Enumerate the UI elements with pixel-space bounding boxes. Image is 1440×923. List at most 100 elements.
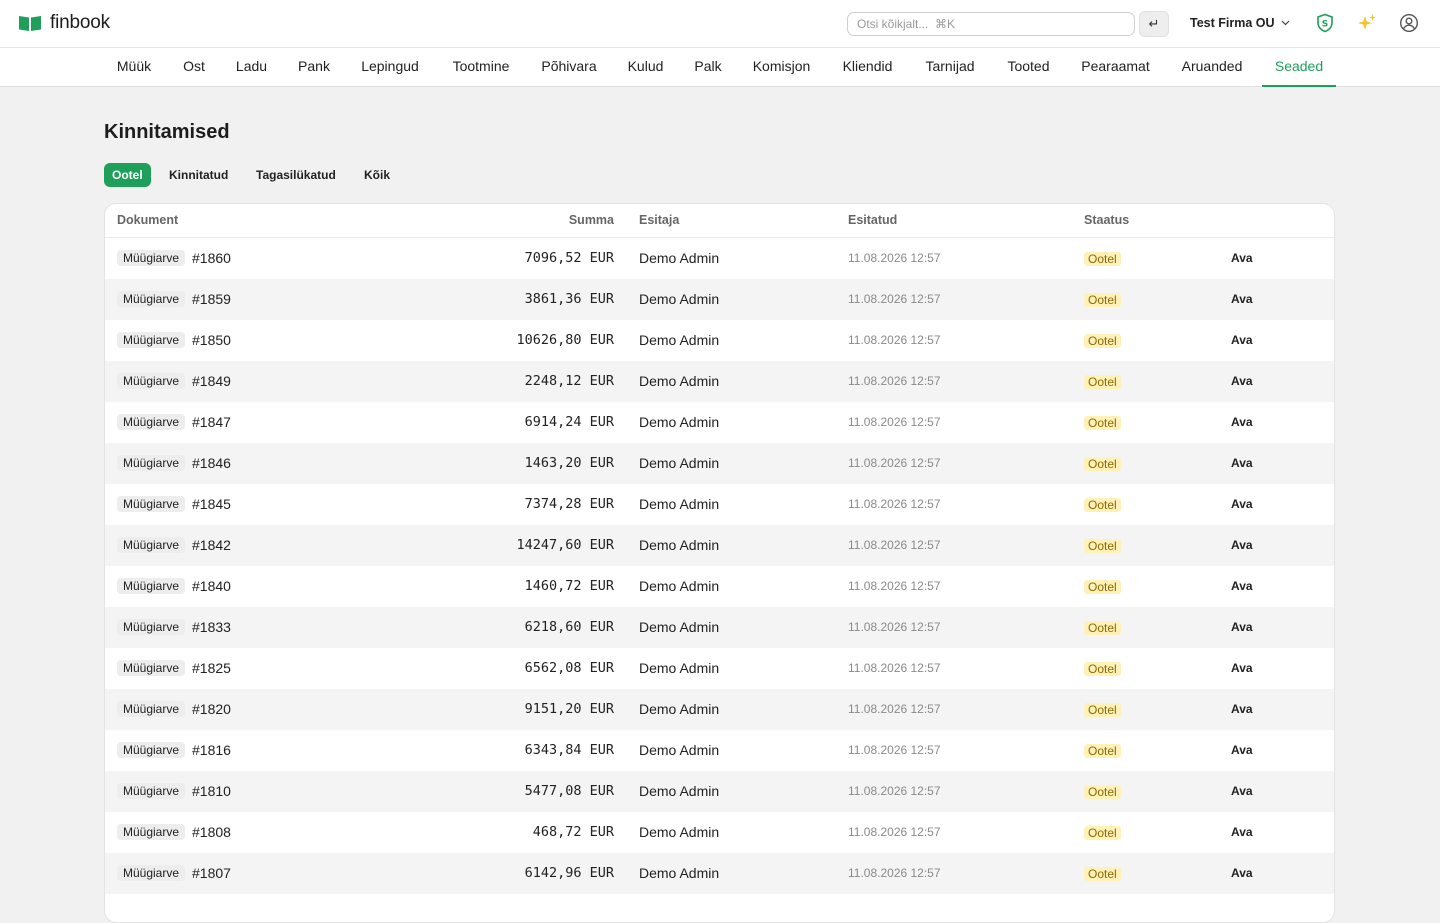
table-row[interactable]: Müügiarve #1833 6218,60 EUR Demo Admin 11.08… bbox=[105, 607, 1334, 648]
nav-item-ost[interactable]: Ost bbox=[182, 48, 206, 86]
table-row[interactable]: Müügiarve #1808 468,72 EUR Demo Admin 11.08.… bbox=[105, 812, 1334, 853]
open-link[interactable]: Ava bbox=[1231, 484, 1253, 525]
open-link[interactable]: Ava bbox=[1231, 361, 1253, 402]
table-row[interactable]: Müügiarve #1842 14247,60 EUR Demo Admin 11.0… bbox=[105, 525, 1334, 566]
status-badge: Ootel bbox=[1084, 293, 1121, 307]
table-row[interactable]: Müügiarve #1850 10626,80 EUR Demo Admin 11.0… bbox=[105, 320, 1334, 361]
column-header-submitted[interactable]: Esitatud bbox=[848, 213, 897, 227]
open-link[interactable]: Ava bbox=[1231, 279, 1253, 320]
document-type: Müügiarve bbox=[117, 730, 186, 771]
sparkles-icon bbox=[1358, 14, 1376, 30]
nav-item-tooted[interactable]: Tooted bbox=[1006, 48, 1051, 86]
nav-item-komisjon[interactable]: Komisjon bbox=[752, 48, 811, 86]
nav-item-pearaamat[interactable]: Pearaamat bbox=[1081, 48, 1150, 86]
user-circle-icon bbox=[1399, 13, 1419, 33]
account-button[interactable] bbox=[1398, 12, 1420, 34]
document-type: Müügiarve bbox=[117, 525, 186, 566]
document-number: #1807 bbox=[192, 865, 231, 881]
nav-item-ladu[interactable]: Ladu bbox=[235, 48, 268, 86]
column-header-submitter[interactable]: Esitaja bbox=[639, 213, 679, 227]
document-type-badge: Müügiarve bbox=[117, 578, 186, 594]
nav-item-kulud[interactable]: Kulud bbox=[627, 48, 664, 86]
amount: 6914,24 EUR bbox=[524, 414, 614, 430]
nav-item-pohivara[interactable]: Põhivara bbox=[541, 48, 597, 86]
document-type-badge: Müügiarve bbox=[117, 865, 186, 881]
table-row[interactable]: Müügiarve #1859 3861,36 EUR Demo Admin 11.08… bbox=[105, 279, 1334, 320]
nav-item-palk[interactable]: Palk bbox=[694, 48, 722, 86]
filter-tab-approved[interactable]: Kinnitatud bbox=[161, 163, 236, 187]
document-type: Müügiarve bbox=[117, 689, 186, 730]
table-header: Dokument Summa Esitaja Esitatud Staatus bbox=[105, 204, 1334, 238]
open-link[interactable]: Ava bbox=[1231, 566, 1253, 607]
open-link[interactable]: Ava bbox=[1231, 607, 1253, 648]
table-row[interactable]: Müügiarve #1820 9151,20 EUR Demo Admin 11.08… bbox=[105, 689, 1334, 730]
app-logo[interactable]: finbook bbox=[18, 12, 110, 34]
status: Ootel bbox=[1084, 484, 1121, 525]
status-badge: Ootel bbox=[1084, 785, 1121, 799]
open-link[interactable]: Ava bbox=[1231, 238, 1253, 279]
amount: 1460,72 EUR bbox=[524, 578, 614, 594]
document-type-badge: Müügiarve bbox=[117, 414, 186, 430]
open-link[interactable]: Ava bbox=[1231, 730, 1253, 771]
filter-tab-all[interactable]: Kõik bbox=[356, 163, 398, 187]
submitted-date: 11.08.2026 12:57 bbox=[848, 456, 941, 470]
status-badge: Ootel bbox=[1084, 539, 1121, 553]
open-link[interactable]: Ava bbox=[1231, 812, 1253, 853]
nav-item-muuk[interactable]: Müük bbox=[116, 48, 152, 86]
open-link[interactable]: Ava bbox=[1231, 320, 1253, 361]
table-row[interactable]: Müügiarve #1807 6142,96 EUR Demo Admin 11.08… bbox=[105, 853, 1334, 894]
filter-tab-rejected[interactable]: Tagasilükatud bbox=[248, 163, 344, 187]
table-row[interactable]: Müügiarve #1845 7374,28 EUR Demo Admin 11.08… bbox=[105, 484, 1334, 525]
nav-item-lepingud[interactable]: Lepingud bbox=[360, 48, 420, 86]
amount: 7096,52 EUR bbox=[524, 250, 614, 266]
submitted-date: 11.08.2026 12:57 bbox=[848, 415, 941, 429]
document-number: #1820 bbox=[192, 701, 231, 717]
submitted-date: 11.08.2026 12:57 bbox=[848, 702, 941, 716]
nav-item-seaded[interactable]: Seaded bbox=[1262, 48, 1336, 87]
table-row[interactable]: Müügiarve #1810 5477,08 EUR Demo Admin 11.08… bbox=[105, 771, 1334, 812]
global-search-input[interactable] bbox=[847, 12, 1135, 36]
table-row[interactable]: Müügiarve #1846 1463,20 EUR Demo Admin 11.08… bbox=[105, 443, 1334, 484]
submitted-date: 11.08.2026 12:57 bbox=[848, 825, 941, 839]
search-submit-button[interactable]: ↵ bbox=[1139, 11, 1169, 37]
main-nav: Müük Ost Ladu Pank Lepingud Tootmine Põh… bbox=[0, 48, 1440, 87]
submitted-date: 11.08.2026 12:57 bbox=[848, 374, 941, 388]
document-number: #1833 bbox=[192, 619, 231, 635]
submitted-date: 11.08.2026 12:57 bbox=[848, 251, 941, 265]
nav-item-kliendid[interactable]: Kliendid bbox=[841, 48, 894, 86]
table-row[interactable]: Müügiarve #1860 7096,52 EUR Demo Admin 11.08… bbox=[105, 238, 1334, 279]
document-type: Müügiarve bbox=[117, 812, 186, 853]
column-header-document[interactable]: Dokument bbox=[117, 213, 178, 227]
open-link[interactable]: Ava bbox=[1231, 771, 1253, 812]
table-row[interactable]: Müügiarve #1840 1460,72 EUR Demo Admin 11.08… bbox=[105, 566, 1334, 607]
open-link[interactable]: Ava bbox=[1231, 648, 1253, 689]
column-header-status[interactable]: Staatus bbox=[1084, 213, 1129, 227]
open-link[interactable]: Ava bbox=[1231, 443, 1253, 484]
table-row[interactable]: Müügiarve #1849 2248,12 EUR Demo Admin 11.08… bbox=[105, 361, 1334, 402]
amount: 1463,20 EUR bbox=[524, 455, 614, 471]
nav-item-tarnijad[interactable]: Tarnijad bbox=[924, 48, 976, 86]
table-row[interactable]: Müügiarve #1825 6562,08 EUR Demo Admin 11.08… bbox=[105, 648, 1334, 689]
status-badge: Ootel bbox=[1084, 457, 1121, 471]
open-link[interactable]: Ava bbox=[1231, 525, 1253, 566]
open-link[interactable]: Ava bbox=[1231, 689, 1253, 730]
document-type-badge: Müügiarve bbox=[117, 250, 186, 266]
nav-item-tootmine[interactable]: Tootmine bbox=[451, 48, 511, 86]
ai-assistant-button[interactable] bbox=[1356, 12, 1378, 34]
filter-tab-pending[interactable]: Ootel bbox=[104, 163, 151, 187]
submitted-date: 11.08.2026 12:57 bbox=[848, 866, 941, 880]
document-number: #1825 bbox=[192, 660, 231, 676]
status-badge: Ootel bbox=[1084, 703, 1121, 717]
open-link[interactable]: Ava bbox=[1231, 402, 1253, 443]
column-header-amount[interactable]: Summa bbox=[569, 213, 614, 227]
open-link[interactable]: Ava bbox=[1231, 853, 1253, 894]
book-icon bbox=[19, 16, 41, 31]
document-type: Müügiarve bbox=[117, 566, 186, 607]
nav-item-pank[interactable]: Pank bbox=[298, 48, 330, 86]
submitter: Demo Admin bbox=[639, 496, 720, 512]
table-row[interactable]: Müügiarve #1847 6914,24 EUR Demo Admin 11.08… bbox=[105, 402, 1334, 443]
company-selector[interactable]: Test Firma OU bbox=[1190, 16, 1290, 30]
nav-item-aruanded[interactable]: Aruanded bbox=[1180, 48, 1244, 86]
table-row[interactable]: Müügiarve #1816 6343,84 EUR Demo Admin 11.08… bbox=[105, 730, 1334, 771]
security-button[interactable]: S bbox=[1314, 12, 1336, 34]
